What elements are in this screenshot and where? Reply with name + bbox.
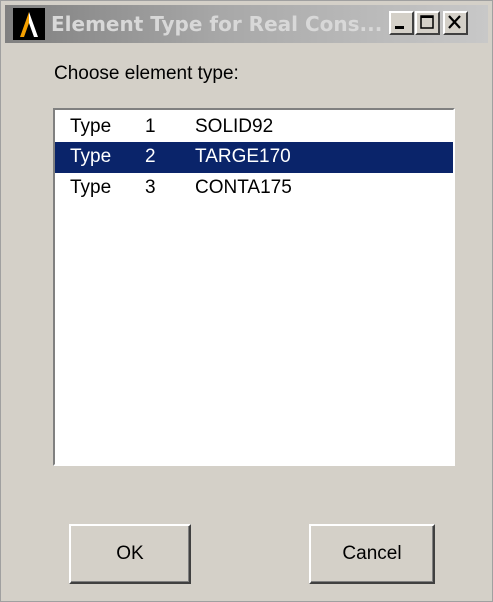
list-item-type-2[interactable]: Type 2 TARGE170: [55, 142, 453, 173]
app-logo-icon: [13, 8, 45, 40]
maximize-button[interactable]: [415, 11, 440, 35]
title-bar[interactable]: Element Type for Real Cons...: [5, 5, 488, 43]
maximize-icon: [420, 15, 434, 29]
dialog-window: Element Type for Real Cons... Choose ele…: [0, 0, 493, 602]
list-item-type-3[interactable]: Type 3 CONTA175: [55, 173, 453, 204]
element-name: SOLID92: [195, 116, 274, 137]
close-button[interactable]: [443, 11, 468, 35]
type-label: Type: [70, 116, 112, 137]
list-item-type-1[interactable]: Type 1 SOLID92: [55, 112, 453, 143]
minimize-icon: [395, 26, 404, 29]
type-label: Type: [70, 177, 112, 198]
minimize-button[interactable]: [389, 11, 414, 35]
element-name: TARGE170: [195, 146, 291, 167]
type-number: 2: [145, 146, 156, 167]
element-name: CONTA175: [195, 177, 292, 198]
type-number: 1: [145, 116, 156, 137]
close-icon: [448, 15, 461, 29]
element-type-list[interactable]: Type 1 SOLID92 Type 2 TARGE170 Type 3 CO…: [53, 108, 455, 466]
ok-button[interactable]: OK: [69, 524, 191, 584]
window-title: Element Type for Real Cons...: [51, 12, 383, 36]
cancel-button[interactable]: Cancel: [309, 524, 435, 584]
type-label: Type: [70, 146, 112, 167]
prompt-label: Choose element type:: [54, 63, 239, 84]
type-number: 3: [145, 177, 156, 198]
